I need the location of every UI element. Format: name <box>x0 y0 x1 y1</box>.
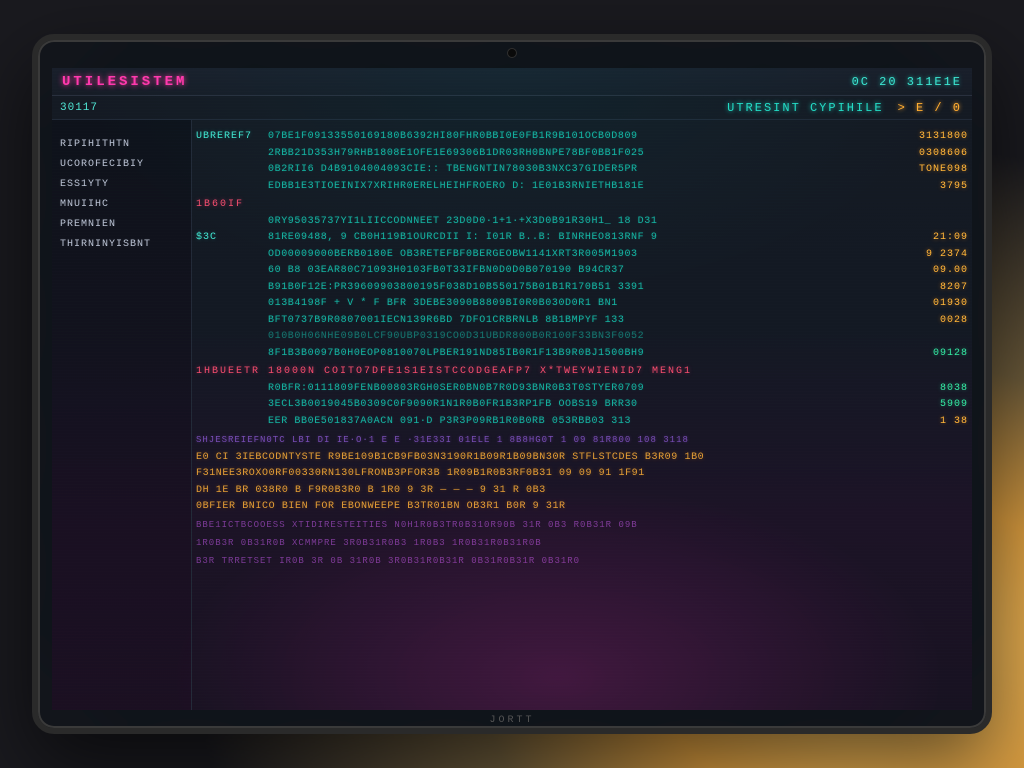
hex-row: DH 1E BR 038R0 B F9R0B3R0 B 1R0 9 3R — —… <box>196 483 968 499</box>
row-value: TONE098 <box>872 162 968 178</box>
sub-prompt: 30117 <box>60 102 98 114</box>
glitch-line: 1R0B3R 0B31R0B XCMMPRE 3R0B31R0B3 1R0B3 … <box>196 537 968 551</box>
hex-row: 0RY95035737YI1LIICCODNNEET 23D0D0·1+1·+X… <box>196 214 968 230</box>
hex-data: BFT0737B9R0807001IECN139R6BD 7DFO1CRBRNL… <box>268 313 872 329</box>
sidebar-item[interactable]: MNUIIHC <box>60 199 183 210</box>
row-value: 0308606 <box>872 146 968 162</box>
status-group: UTRESINT CYPIHILE > E / 0 <box>727 101 962 115</box>
hex-row: 2RBB21D353H79RHB1808E1OFE1E69306B1DR03RH… <box>196 146 968 162</box>
hex-data: E0 CI 3IEBCODNTYSTE R9BE109B1CB9FB03N319… <box>196 450 968 466</box>
row-value: 8207 <box>872 280 968 296</box>
hex-row: 3ECL3B0019045B0309C0F9090R1N1R0B0FR1B3RP… <box>196 397 968 413</box>
hex-data: EDBB1E3TIOEINIX7XRIHR0ERELHEIHFROERO D: … <box>268 179 872 195</box>
hex-data: F31NEE3ROXO0RF00330RN130LFRONB3PFOR3B 1R… <box>196 466 968 482</box>
hex-row: $3C81RE09488, 9 CB0H119B1OURCDII I: I01R… <box>196 230 968 246</box>
glitch-line: B3R TRRETSET IR0B 3R 0B 31R0B 3R0B31R0B3… <box>196 555 968 569</box>
sidebar-item[interactable]: THIRNINYISBNT <box>60 239 183 250</box>
hex-row: 8F1B3B0097B0H0EOP0810070LPBER191ND85IB0R… <box>196 346 968 362</box>
status-cursor: > E / 0 <box>898 101 962 115</box>
hex-row: E0 CI 3IEBCODNTYSTE R9BE109B1CB9FB03N319… <box>196 450 968 466</box>
hex-data: 8F1B3B0097B0H0EOP0810070LPBER191ND85IB0R… <box>268 346 872 362</box>
main-panel: UBREREF707BE1F09133550169180B6392HI80FHR… <box>192 120 972 710</box>
hex-row: 013B4198F + V * F BFR 3DEBE3090B8809BI0R… <box>196 296 968 312</box>
hex-row: 0B2RII6 D4B9104004093CIE:: TBENGNTIN7803… <box>196 162 968 178</box>
glitch-line: BBE1ICTBCOOESS XTIDIRESTEITIES N0H1R0B3T… <box>196 519 968 533</box>
hex-data: 3ECL3B0019045B0309C0F9090R1N1R0B0FR1B3RP… <box>268 397 872 413</box>
sidebar-item[interactable]: PREMNIEN <box>60 219 183 230</box>
row-value: 3131800 <box>872 129 968 145</box>
laptop-brand: JORTT <box>489 715 534 726</box>
hex-row: 010B0H06NHE09B0LCF90UBP0319CO0D31UBDR800… <box>196 329 968 345</box>
row-value: 8038 <box>872 381 968 397</box>
hex-row: UBREREF707BE1F09133550169180B6392HI80FHR… <box>196 129 968 145</box>
section-label: 1B60IF <box>196 197 968 213</box>
row-value: 5909 <box>872 397 968 413</box>
hex-row: 0BFIER BNICO BIEN FOR EBONWEEPE B3TR01BN… <box>196 499 968 515</box>
body: RIPIHITHTN UCOROFECIBIY ESS1YTY MNUIIHC … <box>52 120 972 710</box>
hex-row: EER BB0E501837A0ACN 091·D P3R3P09RB1R0B0… <box>196 414 968 430</box>
hex-data: 010B0H06NHE09B0LCF90UBP0319CO0D31UBDR800… <box>268 329 872 345</box>
hex-row: B91B0F12E:PR39609903800195F038D10B550175… <box>196 280 968 296</box>
status-text: UTRESINT CYPIHILE <box>727 101 883 115</box>
sidebar-item[interactable]: UCOROFECIBIY <box>60 159 183 170</box>
title-right-code: 0C 20 311E1E <box>852 75 962 89</box>
hex-data: 81RE09488, 9 CB0H119B1OURCDII I: I01R B.… <box>268 230 872 246</box>
hex-data: DH 1E BR 038R0 B F9R0B3R0 B 1R0 9 3R — —… <box>196 483 968 499</box>
row-value: 0028 <box>872 313 968 329</box>
hex-data: 0RY95035737YI1LIICCODNNEET 23D0D0·1+1·+X… <box>268 214 872 230</box>
hex-row: OD00009000BERB0180E OB3RETEFBF0BERGEOBW1… <box>196 247 968 263</box>
hex-data: 0BFIER BNICO BIEN FOR EBONWEEPE B3TR01BN… <box>196 499 968 515</box>
hex-data: 013B4198F + V * F BFR 3DEBE3090B8809BI0R… <box>268 296 872 312</box>
laptop-frame: UTILESISTEM 0C 20 311E1E 30117 UTRESINT … <box>32 34 992 734</box>
row-value: 21:09 <box>872 230 968 246</box>
hex-data: 60 B8 03EAR80C71093H0103FB0T33IFBN0D0D0B… <box>268 263 872 279</box>
screen: UTILESISTEM 0C 20 311E1E 30117 UTRESINT … <box>52 68 972 710</box>
sidebar-item[interactable]: RIPIHITHTN <box>60 139 183 150</box>
row-value: 9 2374 <box>872 247 968 263</box>
row-label: $3C <box>196 230 268 246</box>
hex-data: 0B2RII6 D4B9104004093CIE:: TBENGNTIN7803… <box>268 162 872 178</box>
sidebar: RIPIHITHTN UCOROFECIBIY ESS1YTY MNUIIHC … <box>52 120 192 710</box>
sidebar-item[interactable]: ESS1YTY <box>60 179 183 190</box>
row-value: 1 38 <box>872 414 968 430</box>
hex-row: F31NEE3ROXO0RF00330RN130LFRONB3PFOR3B 1R… <box>196 466 968 482</box>
hex-data: R0BFR:0111809FENB00803RGH0SER0BN0B7R0D93… <box>268 381 872 397</box>
camera-dot <box>507 48 517 58</box>
bar-strip: SHJESREIEFN0TC LBI DI IE·O·1 E E ·31E33I… <box>196 434 968 448</box>
row-value: 09128 <box>872 346 968 362</box>
row-value: 01930 <box>872 296 968 312</box>
hex-data: 2RBB21D353H79RHB1808E1OFE1E69306B1DR03RH… <box>268 146 872 162</box>
row-value: 3795 <box>872 179 968 195</box>
section-label: 1HBUEETR 18000N COITO7DFE1S1EISTCCODGEAF… <box>196 364 968 380</box>
hex-row: BFT0737B9R0807001IECN139R6BD 7DFO1CRBRNL… <box>196 313 968 329</box>
hex-row: 60 B8 03EAR80C71093H0103FB0T33IFBN0D0D0B… <box>196 263 968 279</box>
row-value: 09.00 <box>872 263 968 279</box>
hex-row: R0BFR:0111809FENB00803RGH0SER0BN0B7R0D93… <box>196 381 968 397</box>
hex-row: EDBB1E3TIOEINIX7XRIHR0ERELHEIHFROERO D: … <box>196 179 968 195</box>
app-title: UTILESISTEM <box>62 74 187 90</box>
hex-data: EER BB0E501837A0ACN 091·D P3R3P09RB1R0B0… <box>268 414 872 430</box>
row-label: UBREREF7 <box>196 129 268 145</box>
hex-data: B91B0F12E:PR39609903800195F038D10B550175… <box>268 280 872 296</box>
title-bar: UTILESISTEM 0C 20 311E1E <box>52 68 972 96</box>
sub-bar: 30117 UTRESINT CYPIHILE > E / 0 <box>52 96 972 120</box>
hex-data: 07BE1F09133550169180B6392HI80FHR0BBI0E0F… <box>268 129 872 145</box>
hex-data: OD00009000BERB0180E OB3RETEFBF0BERGEOBW1… <box>268 247 872 263</box>
